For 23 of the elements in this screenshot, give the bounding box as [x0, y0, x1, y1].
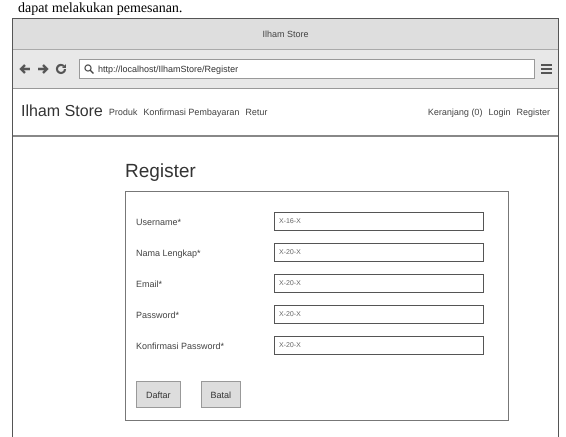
- page-heading: Register: [125, 161, 197, 183]
- field-label: Nama Lengkap*: [136, 248, 202, 258]
- caption-text: dapat melakukan pemesanan.: [18, 0, 182, 17]
- reload-icon[interactable]: [55, 63, 67, 75]
- store-brand[interactable]: Ilham Store: [21, 103, 103, 121]
- address-bar[interactable]: http://localhost/IlhamStore/Register: [79, 59, 535, 79]
- forward-icon[interactable]: [37, 63, 49, 75]
- field-label: Username*: [136, 216, 182, 226]
- nav-link[interactable]: Retur: [245, 107, 268, 117]
- nav-link[interactable]: Login: [488, 107, 510, 117]
- back-icon[interactable]: [19, 63, 31, 75]
- nav-link[interactable]: Register: [516, 107, 550, 117]
- search-icon: [84, 64, 94, 74]
- form-button[interactable]: Daftar: [136, 381, 181, 408]
- nav-link[interactable]: Keranjang (0): [428, 107, 482, 117]
- field-label: Password*: [136, 310, 180, 320]
- window-title: Ilham Store: [262, 29, 309, 39]
- field-label: Konfirmasi Password*: [136, 340, 226, 350]
- menu-icon[interactable]: [541, 63, 552, 75]
- nav-link[interactable]: Produk: [108, 107, 138, 117]
- nav-link[interactable]: Konfirmasi Pembayaran: [143, 107, 240, 117]
- form-button[interactable]: Batal: [200, 381, 242, 408]
- field-label: Email*: [136, 278, 164, 288]
